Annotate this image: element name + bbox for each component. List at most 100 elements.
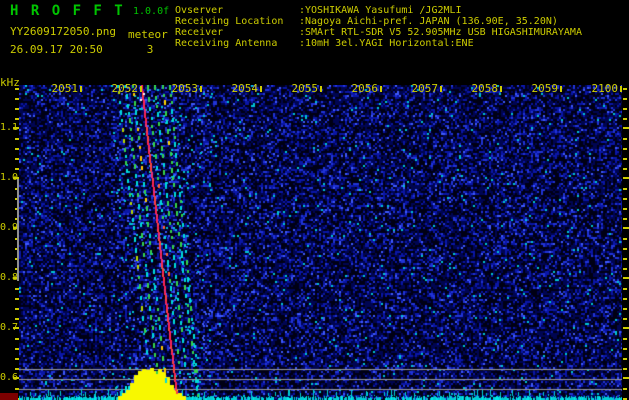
freq-tick-label: 0.9 [0, 222, 19, 233]
time-tick-label: 2055 [291, 82, 319, 95]
datetime-label: 26.09.17 20:50 [10, 43, 103, 56]
time-tick-label: 2057 [411, 82, 439, 95]
freq-tick-minor-left [15, 288, 19, 290]
freq-tick-minor-left [15, 88, 19, 90]
time-tick [260, 86, 262, 92]
freq-tick-minor-left [15, 168, 19, 170]
freq-tick-minor-right [623, 168, 627, 170]
hrofft-screen: H R O F F T 1.0.0f YY2609172050.png mete… [0, 0, 629, 400]
freq-tick-minor-right [623, 368, 627, 370]
corner-marker [0, 393, 18, 400]
echo-count: 3 [146, 43, 154, 56]
freq-tick-minor-right [623, 208, 627, 210]
freq-tick-minor-right [623, 268, 627, 270]
freq-tick-minor-right [623, 158, 627, 160]
time-tick [440, 86, 442, 92]
freq-tick-label: 1.1 [0, 122, 19, 133]
station-info-label: Receiving Location [175, 16, 284, 27]
freq-tick-minor-right [623, 198, 627, 200]
freq-tick-minor-left [15, 158, 19, 160]
freq-tick-label: 0.8 [0, 272, 19, 283]
station-info-row: Ovserver :YOSHIKAWA Yasufumi /JG2MLI [175, 5, 582, 16]
freq-tick-minor-right [623, 238, 627, 240]
station-info-value: :Nagoya Aichi-pref. JAPAN (136.90E, 35.2… [299, 16, 558, 27]
time-tick [80, 86, 82, 92]
freq-tick-minor-right [623, 118, 627, 120]
freq-tick-major-right [623, 127, 629, 129]
app-title: H R O F F T [10, 3, 125, 19]
freq-tick-minor-right [623, 388, 627, 390]
freq-tick-minor-left [15, 298, 19, 300]
freq-tick-minor-right [623, 138, 627, 140]
output-filename: YY2609172050.png [10, 25, 116, 38]
freq-tick-minor-right [623, 258, 627, 260]
freq-tick-minor-left [15, 348, 19, 350]
time-tick [200, 86, 202, 92]
duration-indicator-bar [17, 179, 19, 281]
time-tick [560, 86, 562, 92]
freq-tick-minor-right [623, 348, 627, 350]
freq-tick-minor-left [15, 318, 19, 320]
freq-tick-minor-right [623, 288, 627, 290]
freq-tick-major-right [623, 277, 629, 279]
station-info-row: Receiving Location :Nagoya Aichi-pref. JA… [175, 16, 582, 27]
freq-tick-minor-right [623, 188, 627, 190]
time-tick-label: 2053 [171, 82, 199, 95]
freq-tick-major-left [13, 327, 19, 329]
station-info-label: Ovserver [175, 5, 224, 16]
mode-label: meteor [128, 28, 168, 41]
freq-tick-label: 0.6 [0, 372, 19, 383]
station-info-row: Receiving Antenna :10mH 3el.YAGI Horizont… [175, 38, 582, 49]
freq-tick-major-right [623, 177, 629, 179]
freq-tick-minor-right [623, 298, 627, 300]
freq-tick-minor-left [15, 338, 19, 340]
freq-tick-minor-left [15, 388, 19, 390]
freq-tick-minor-right [623, 108, 627, 110]
freq-tick-minor-right [623, 98, 627, 100]
freq-tick-minor-left [15, 308, 19, 310]
freq-tick-major-left [13, 377, 19, 379]
freq-tick-major-right [623, 227, 629, 229]
station-info-row: Receiver :SMArt RTL-SDR V5 52.905MHz USB … [175, 27, 582, 38]
freq-tick-minor-left [15, 118, 19, 120]
station-info-value: :SMArt RTL-SDR V5 52.905MHz USB HIGASHIM… [299, 27, 582, 38]
freq-tick-label: 0.7 [0, 322, 19, 333]
station-info-value: :10mH 3el.YAGI Horizontal:ENE [299, 38, 474, 49]
freq-tick-minor-right [623, 308, 627, 310]
freq-tick-minor-left [15, 138, 19, 140]
freq-tick-minor-left [15, 358, 19, 360]
time-tick-label: 2058 [471, 82, 499, 95]
time-tick [380, 86, 382, 92]
station-info-label: Receiving Antenna [175, 38, 278, 49]
freq-tick-label: 1.0 [0, 172, 19, 183]
freq-tick-major-right [623, 377, 629, 379]
freq-tick-minor-right [623, 318, 627, 320]
station-info-value: :YOSHIKAWA Yasufumi /JG2MLI [299, 5, 462, 16]
freq-tick-minor-right [623, 358, 627, 360]
time-tick [620, 86, 622, 92]
time-tick-label: 2054 [231, 82, 259, 95]
time-tick [140, 86, 142, 92]
freq-tick-major-right [623, 327, 629, 329]
time-tick-label: 2100 [591, 82, 619, 95]
freq-tick-minor-right [623, 248, 627, 250]
spectrogram-canvas [19, 85, 622, 400]
time-tick-label: 2056 [351, 82, 379, 95]
station-info-block: Ovserver:YOSHIKAWA Yasufumi /JG2MLI Recei… [175, 5, 582, 49]
time-tick-label: 2052 [111, 82, 139, 95]
freq-tick-minor-right [623, 88, 627, 90]
freq-tick-major-left [13, 127, 19, 129]
time-tick-label: 2059 [531, 82, 559, 95]
freq-tick-minor-left [15, 148, 19, 150]
freq-tick-minor-right [623, 218, 627, 220]
freq-tick-minor-left [15, 368, 19, 370]
time-tick-label: 2051 [51, 82, 79, 95]
freq-tick-minor-right [623, 148, 627, 150]
freq-tick-minor-right [623, 338, 627, 340]
freq-tick-minor-left [15, 108, 19, 110]
freq-tick-minor-left [15, 98, 19, 100]
station-info-label: Receiver [175, 27, 224, 38]
time-tick [320, 86, 322, 92]
time-tick [500, 86, 502, 92]
app-version: 1.0.0f [133, 6, 170, 17]
